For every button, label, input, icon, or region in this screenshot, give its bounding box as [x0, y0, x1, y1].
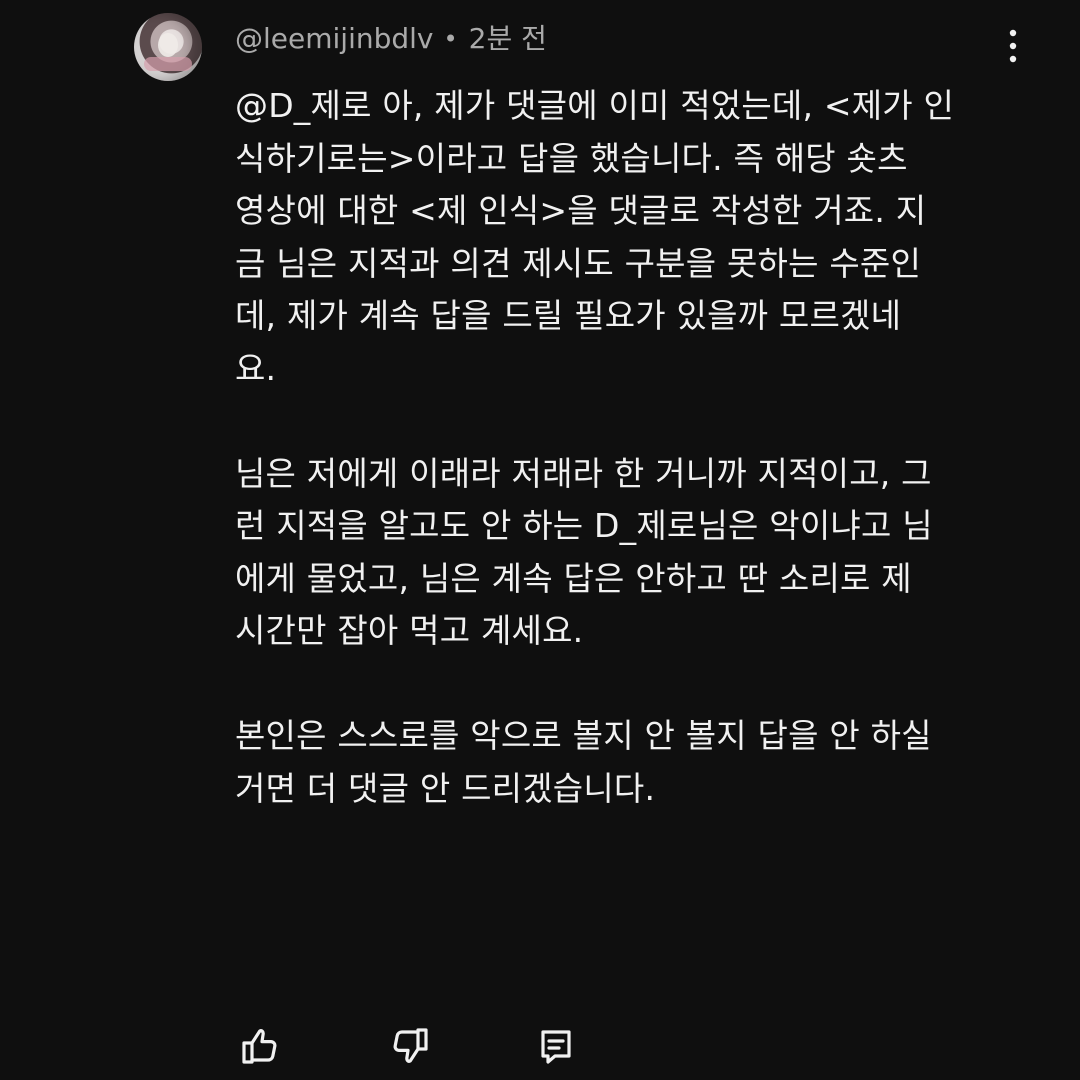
separator-dot: •: [443, 25, 458, 53]
profile-avatar[interactable]: [134, 13, 202, 81]
comment-line: 영상에 대한 <제 인식>을 댓글로 작성한 거죠. 지: [235, 191, 927, 230]
more-vert-icon: [1009, 29, 1017, 63]
dislike-button[interactable]: [386, 1020, 438, 1072]
reply-icon: [541, 1030, 571, 1064]
comment-line: @D_제로 아, 제가 댓글에 이미 적었는데, <제가 인: [235, 86, 955, 125]
comment-line: 본인은 스스로를 악으로 볼지 안 볼지 답을 안 하실: [235, 716, 932, 755]
comment-line: 에게 물었고, 님은 계속 답은 안하고 딴 소리로 제: [235, 558, 912, 598]
comment-line: 시간만 잡아 먹고 계세요.: [235, 611, 584, 650]
like-button[interactable]: [232, 1020, 284, 1072]
more-menu-button[interactable]: [994, 22, 1032, 70]
comment-line: 금 님은 지적과 의견 제시도 구분을 못하는 수준인: [235, 243, 922, 283]
reply-button[interactable]: [530, 1020, 582, 1072]
comment-header: @leemijinbdlv • 2분 전: [235, 18, 547, 60]
comment-body: @D_제로 아, 제가 댓글에 이미 적었는데, <제가 인 식하기로는>이라고…: [235, 80, 1015, 815]
comment-screen: @leemijinbdlv • 2분 전 @D_제로 아, 제가 댓글에 이미 …: [0, 0, 1080, 1080]
comment-line: 님은 저에게 이래라 저래라 한 거니까 지적이고, 그: [235, 453, 932, 493]
comment-line: 데, 제가 계속 답을 드릴 필요가 있을까 모르겠네: [235, 296, 902, 335]
comment-line: 식하기로는>이라고 답을 했습니다. 즉 해당 숏츠: [235, 138, 908, 178]
thumb-down-icon: [393, 1028, 428, 1063]
comment-time: 2분 전: [468, 22, 547, 55]
thumb-up-icon: [242, 1029, 277, 1064]
comment-line: 요.: [235, 348, 277, 388]
comment-line: 런 지적을 알고도 안 하는 D_제로님은 악이냐고 님: [235, 506, 933, 545]
comment-line: 거면 더 댓글 안 드리겠습니다.: [235, 768, 656, 808]
username[interactable]: @leemijinbdlv: [235, 18, 434, 60]
